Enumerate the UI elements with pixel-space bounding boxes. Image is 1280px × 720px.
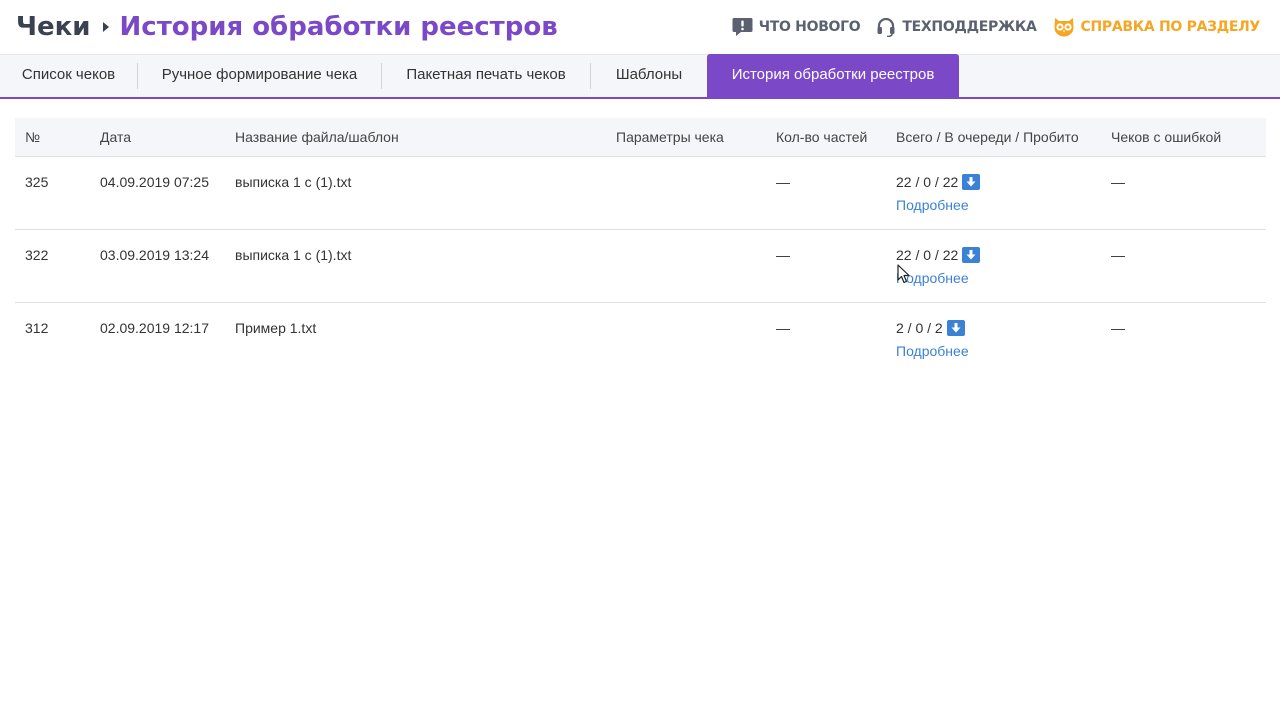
counts-value: 22 / 0 / 22 [896, 174, 959, 190]
column-header-params: Параметры чека [616, 129, 724, 145]
cell-counts: 2 / 0 / 2 [896, 319, 965, 337]
cell-parts: — [776, 174, 790, 190]
cell-number: 312 [25, 320, 49, 336]
details-link[interactable]: Подробнее [896, 343, 969, 359]
whats-new-label: Что нового [758, 19, 861, 35]
column-header-counts: Всего / В очереди / Пробито [896, 129, 1079, 145]
tab-templates[interactable]: Шаблоны [591, 55, 707, 97]
owl-icon [1053, 17, 1075, 37]
column-header-date: Дата [100, 129, 132, 145]
headset-icon [876, 17, 896, 37]
cell-errors: — [1111, 174, 1125, 190]
cell-errors: — [1111, 247, 1125, 263]
tab-manual-receipt[interactable]: Ручное формирование чека [138, 55, 381, 97]
cell-number: 325 [25, 174, 49, 190]
top-links: Что нового Техподдержка [732, 15, 1260, 39]
details-link[interactable]: Подробнее [896, 197, 969, 213]
cell-counts: 22 / 0 / 22 [896, 173, 981, 191]
tab-bar: Список чеков Ручное формирование чека Па… [0, 54, 1280, 99]
tab-registry-history[interactable]: История обработки реестров [707, 54, 959, 97]
table-row: 312 02.09.2019 12:17 Пример 1.txt — 2 / … [15, 303, 1266, 375]
cell-file: выписка 1 с (1).txt [235, 247, 352, 263]
section-help-label: Справка по разделу [1080, 19, 1261, 35]
mouse-cursor-icon [897, 264, 911, 289]
page-header: Чеки История обработки реестров Что ново… [0, 0, 1280, 54]
download-button[interactable] [962, 247, 981, 263]
cell-file: выписка 1 с (1).txt [235, 174, 352, 190]
table-header: № Дата Название файла/шаблон Параметры ч… [15, 118, 1266, 157]
tab-receipts-list[interactable]: Список чеков [0, 55, 137, 97]
cell-parts: — [776, 247, 790, 263]
cell-date: 04.09.2019 07:25 [100, 174, 209, 190]
counts-value: 22 / 0 / 22 [896, 247, 959, 263]
tab-batch-print[interactable]: Пакетная печать чеков [382, 55, 590, 97]
column-header-errors: Чеков с ошибкой [1111, 129, 1222, 145]
column-header-file: Название файла/шаблон [235, 129, 399, 145]
download-arrow-icon [966, 250, 976, 260]
table-row: 322 03.09.2019 13:24 выписка 1 с (1).txt… [15, 230, 1266, 303]
cell-file: Пример 1.txt [235, 320, 317, 336]
breadcrumb: Чеки История обработки реестров [16, 8, 558, 46]
column-header-number: № [25, 129, 41, 145]
cell-date: 02.09.2019 12:17 [100, 320, 209, 336]
registry-history-table: № Дата Название файла/шаблон Параметры ч… [15, 118, 1266, 375]
support-label: Техподдержка [902, 19, 1037, 35]
download-arrow-icon [966, 177, 976, 187]
download-button[interactable] [962, 174, 981, 190]
breadcrumb-separator-icon [102, 22, 109, 32]
cell-parts: — [776, 320, 790, 336]
message-alert-icon [732, 17, 753, 37]
cell-counts: 22 / 0 / 22 [896, 246, 981, 264]
column-header-parts: Кол-во частей [776, 129, 868, 145]
cell-number: 322 [25, 247, 49, 263]
table-row: 325 04.09.2019 07:25 выписка 1 с (1).txt… [15, 157, 1266, 230]
support-link[interactable]: Техподдержка [876, 17, 1037, 37]
page-title: История обработки реестров [119, 12, 558, 42]
cell-date: 03.09.2019 13:24 [100, 247, 209, 263]
download-arrow-icon [951, 323, 961, 333]
cell-errors: — [1111, 320, 1125, 336]
section-help-link[interactable]: Справка по разделу [1053, 17, 1261, 37]
download-button[interactable] [946, 320, 965, 336]
breadcrumb-root[interactable]: Чеки [16, 12, 91, 42]
whats-new-link[interactable]: Что нового [732, 17, 861, 37]
counts-value: 2 / 0 / 2 [896, 320, 943, 336]
